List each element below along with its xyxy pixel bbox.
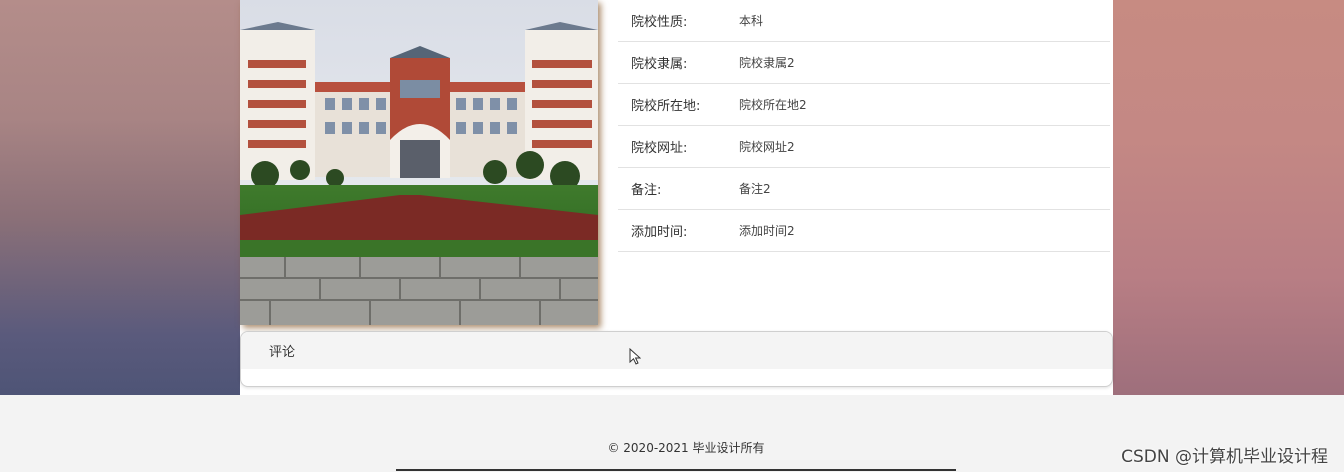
info-row-added-time: 添加时间: 添加时间2 bbox=[618, 210, 1110, 252]
info-row-affiliation: 院校隶属: 院校隶属2 bbox=[618, 42, 1110, 84]
comment-section: 评论 bbox=[240, 331, 1113, 387]
info-label: 添加时间: bbox=[631, 225, 688, 240]
csdn-watermark: CSDN @计算机毕业设计程 bbox=[1121, 447, 1328, 467]
info-row-website: 院校网址: 院校网址2 bbox=[618, 126, 1110, 168]
campus-photo-image bbox=[240, 0, 598, 325]
info-row-remark: 备注: 备注2 bbox=[618, 168, 1110, 210]
info-label: 院校网址: bbox=[631, 141, 688, 156]
footer-divider bbox=[396, 469, 956, 471]
comment-title: 评论 bbox=[269, 345, 296, 360]
info-row-location: 院校所在地: 院校所在地2 bbox=[618, 84, 1110, 126]
info-value: 院校网址2 bbox=[739, 140, 795, 154]
info-label: 院校所在地: bbox=[631, 99, 701, 114]
info-row-nature: 院校性质: 本科 bbox=[618, 0, 1110, 42]
info-value: 院校隶属2 bbox=[739, 56, 795, 70]
info-value: 院校所在地2 bbox=[739, 98, 807, 112]
page-footer: © 2020-2021 毕业设计所有 CSDN @计算机毕业设计程 bbox=[0, 405, 1344, 472]
comment-tab[interactable]: 评论 bbox=[241, 332, 1112, 369]
info-label: 备注: bbox=[631, 183, 662, 198]
info-value: 备注2 bbox=[739, 182, 771, 196]
info-label: 院校性质: bbox=[631, 15, 688, 30]
mouse-cursor-icon bbox=[629, 348, 641, 365]
campus-photo[interactable] bbox=[240, 0, 598, 325]
college-info-table: 院校性质: 本科 院校隶属: 院校隶属2 院校所在地: 院校所在地2 院校网址:… bbox=[618, 0, 1110, 252]
info-value: 添加时间2 bbox=[739, 224, 795, 238]
info-value: 本科 bbox=[739, 14, 764, 28]
info-label: 院校隶属: bbox=[631, 57, 688, 72]
